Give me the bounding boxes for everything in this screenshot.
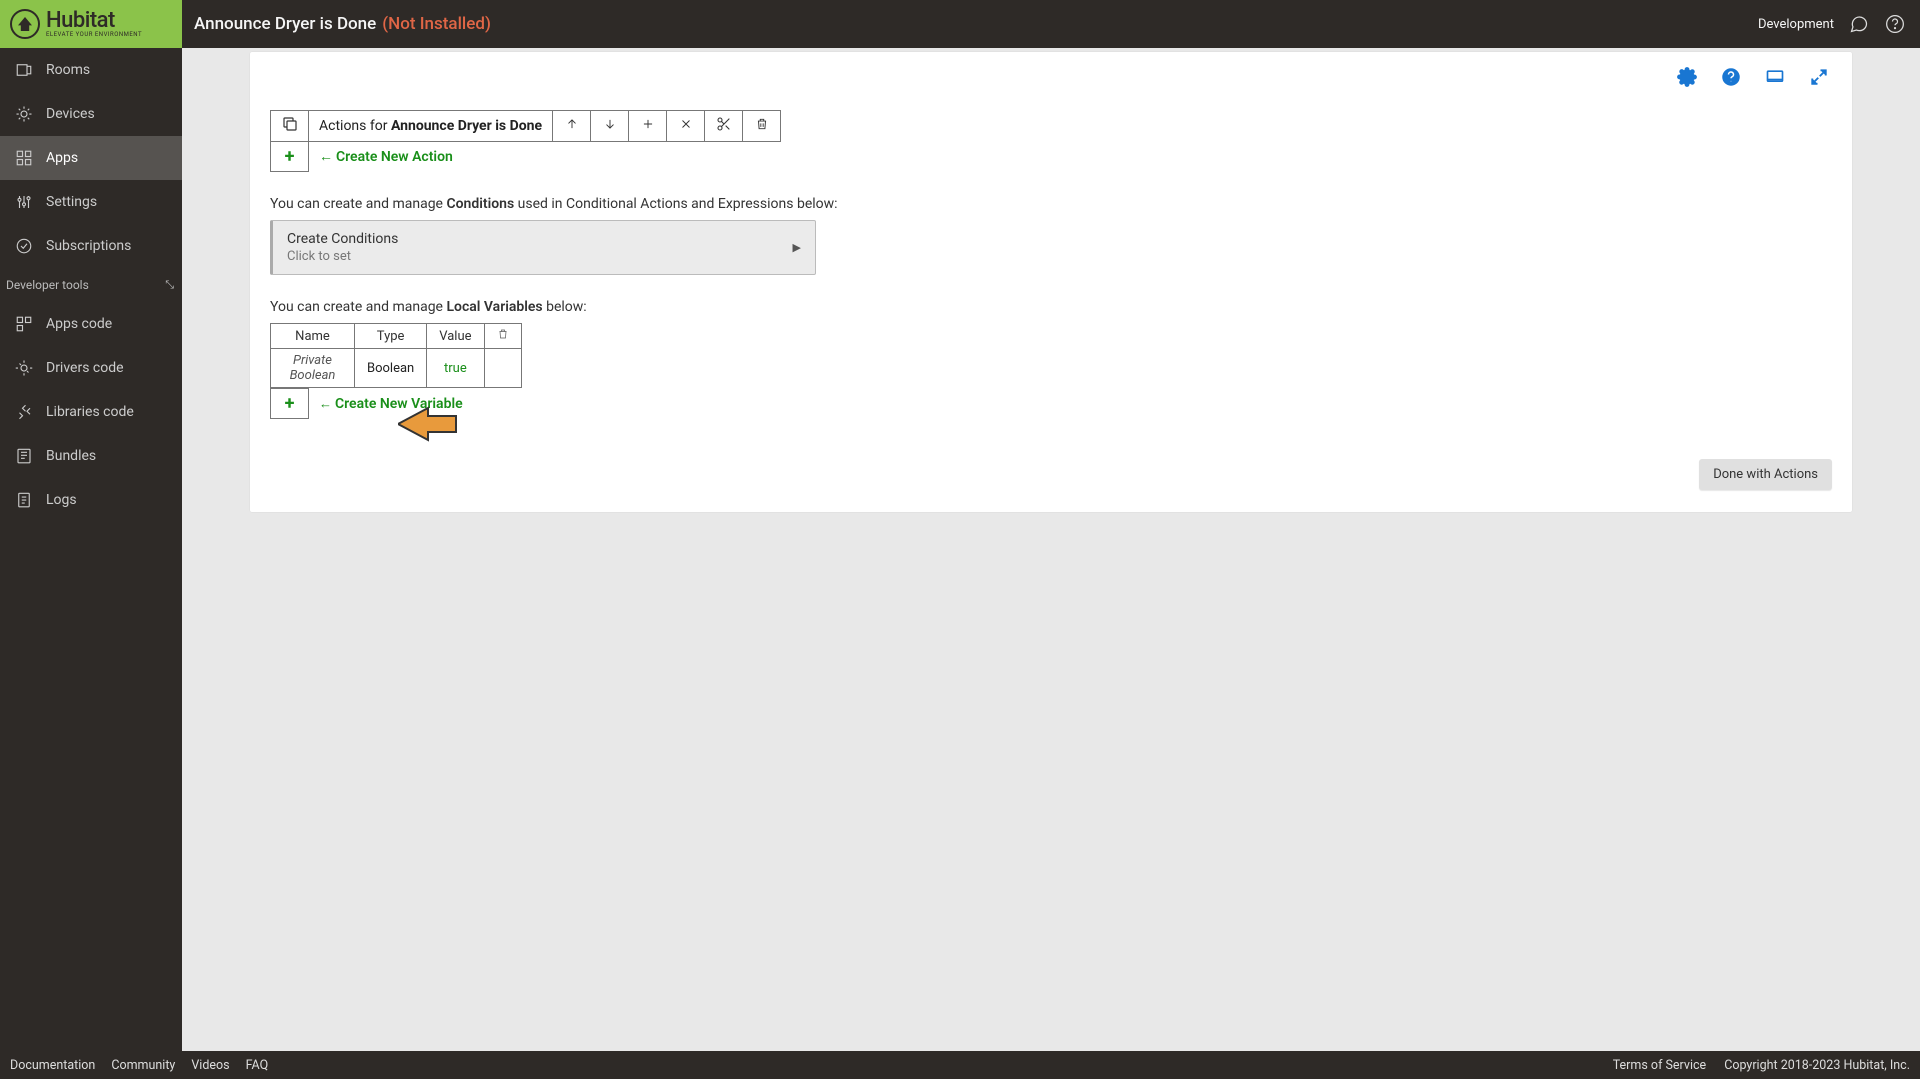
sidebar-item-drivers-code[interactable]: Drivers code	[0, 346, 182, 390]
done-with-actions-button[interactable]: Done with Actions	[1699, 459, 1832, 490]
apps-code-icon	[14, 314, 34, 334]
footer-copyright: Copyright 2018-2023 Hubitat, Inc.	[1724, 1058, 1910, 1073]
up-icon[interactable]	[553, 111, 591, 142]
cut-icon[interactable]	[705, 111, 743, 142]
add-icon[interactable]	[629, 111, 667, 142]
main-content: Actions for Announce Dryer is Done + ←Cr…	[182, 48, 1920, 1051]
footer-link-terms[interactable]: Terms of Service	[1613, 1058, 1706, 1073]
install-status: (Not Installed)	[382, 14, 491, 34]
actions-table: Actions for Announce Dryer is Done + ←Cr…	[270, 110, 781, 172]
apps-icon	[14, 148, 34, 168]
sidebar: Rooms Devices Apps Settings Subscription…	[0, 48, 182, 1051]
var-header-delete	[484, 324, 521, 349]
help-circle-icon[interactable]	[1720, 66, 1742, 88]
sidebar-item-label: Libraries code	[46, 404, 134, 420]
sidebar-item-label: Rooms	[46, 62, 90, 78]
variables-table: Name Type Value Private Boolean Boolean …	[270, 323, 522, 388]
rooms-icon	[14, 60, 34, 80]
sidebar-section-label: Developer tools	[6, 278, 89, 292]
env-label: Development	[1758, 17, 1834, 32]
variables-description: You can create and manage Local Variable…	[270, 299, 1832, 315]
display-icon[interactable]	[1764, 66, 1786, 88]
expand-icon[interactable]	[1808, 66, 1830, 88]
caret-right-icon: ▶	[793, 241, 801, 254]
close-icon[interactable]	[667, 111, 705, 142]
logo-icon	[10, 9, 40, 39]
conditions-description: You can create and manage Conditions use…	[270, 196, 1832, 212]
page-title: Announce Dryer is Done (Not Installed)	[182, 14, 491, 34]
sidebar-item-rooms[interactable]: Rooms	[0, 48, 182, 92]
sidebar-item-label: Drivers code	[46, 360, 124, 376]
copy-icon[interactable]	[271, 111, 309, 142]
help-icon[interactable]	[1884, 13, 1906, 35]
subscriptions-icon	[14, 236, 34, 256]
var-type-cell: Boolean	[355, 349, 427, 388]
chat-icon[interactable]	[1848, 13, 1870, 35]
footer-link-faq[interactable]: FAQ	[246, 1058, 269, 1073]
actions-title: Actions for Announce Dryer is Done	[309, 111, 553, 142]
header-bar: Hubitat ELEVATE YOUR ENVIRONMENT Announc…	[0, 0, 1920, 48]
variable-row[interactable]: Private Boolean Boolean true	[271, 349, 522, 388]
create-conditions-box[interactable]: Create Conditions Click to set ▶	[270, 220, 816, 275]
sidebar-item-label: Devices	[46, 106, 95, 122]
var-header-value: Value	[427, 324, 484, 349]
devices-icon	[14, 104, 34, 124]
variable-add-row: + ←Create New Variable	[270, 388, 473, 419]
footer-link-community[interactable]: Community	[111, 1058, 175, 1073]
sidebar-item-devices[interactable]: Devices	[0, 92, 182, 136]
logo[interactable]: Hubitat ELEVATE YOUR ENVIRONMENT	[0, 0, 182, 48]
settings-icon	[14, 192, 34, 212]
sidebar-item-label: Settings	[46, 194, 97, 210]
sidebar-item-label: Apps code	[46, 316, 112, 332]
actions-card: Actions for Announce Dryer is Done + ←Cr…	[250, 52, 1852, 512]
sidebar-item-bundles[interactable]: Bundles	[0, 434, 182, 478]
sidebar-item-apps-code[interactable]: Apps code	[0, 302, 182, 346]
sidebar-item-label: Bundles	[46, 448, 96, 464]
logs-icon	[14, 490, 34, 510]
var-name-cell: Private Boolean	[271, 349, 355, 388]
add-action-button[interactable]: +	[271, 142, 309, 172]
add-variable-button[interactable]: +	[271, 389, 309, 419]
libraries-code-icon	[14, 402, 34, 422]
app-name: Announce Dryer is Done	[194, 14, 376, 34]
collapse-icon: ⤡	[165, 278, 174, 292]
footer: Documentation Community Videos FAQ Terms…	[0, 1051, 1920, 1079]
footer-link-documentation[interactable]: Documentation	[10, 1058, 95, 1073]
sidebar-item-label: Logs	[46, 492, 77, 508]
footer-link-videos[interactable]: Videos	[191, 1058, 229, 1073]
create-variable-link[interactable]: ←Create New Variable	[319, 397, 463, 412]
trash-icon[interactable]	[743, 111, 781, 142]
var-delete-cell[interactable]	[484, 349, 521, 388]
sidebar-item-label: Subscriptions	[46, 238, 131, 254]
bundles-icon	[14, 446, 34, 466]
var-header-type: Type	[355, 324, 427, 349]
down-icon[interactable]	[591, 111, 629, 142]
sidebar-item-apps[interactable]: Apps	[0, 136, 182, 180]
var-header-name: Name	[271, 324, 355, 349]
sidebar-section-dev[interactable]: Developer tools ⤡	[0, 268, 182, 302]
sidebar-item-subscriptions[interactable]: Subscriptions	[0, 224, 182, 268]
sidebar-item-label: Apps	[46, 150, 78, 166]
sidebar-item-logs[interactable]: Logs	[0, 478, 182, 522]
sidebar-item-settings[interactable]: Settings	[0, 180, 182, 224]
create-conditions-title: Create Conditions	[287, 231, 398, 247]
create-action-link[interactable]: ←Create New Action	[309, 142, 781, 172]
create-conditions-sub: Click to set	[287, 249, 398, 264]
sidebar-item-libraries-code[interactable]: Libraries code	[0, 390, 182, 434]
drivers-code-icon	[14, 358, 34, 378]
gear-icon[interactable]	[1676, 66, 1698, 88]
logo-text: Hubitat	[46, 10, 142, 32]
logo-subtext: ELEVATE YOUR ENVIRONMENT	[46, 32, 142, 38]
var-value-cell: true	[427, 349, 484, 388]
